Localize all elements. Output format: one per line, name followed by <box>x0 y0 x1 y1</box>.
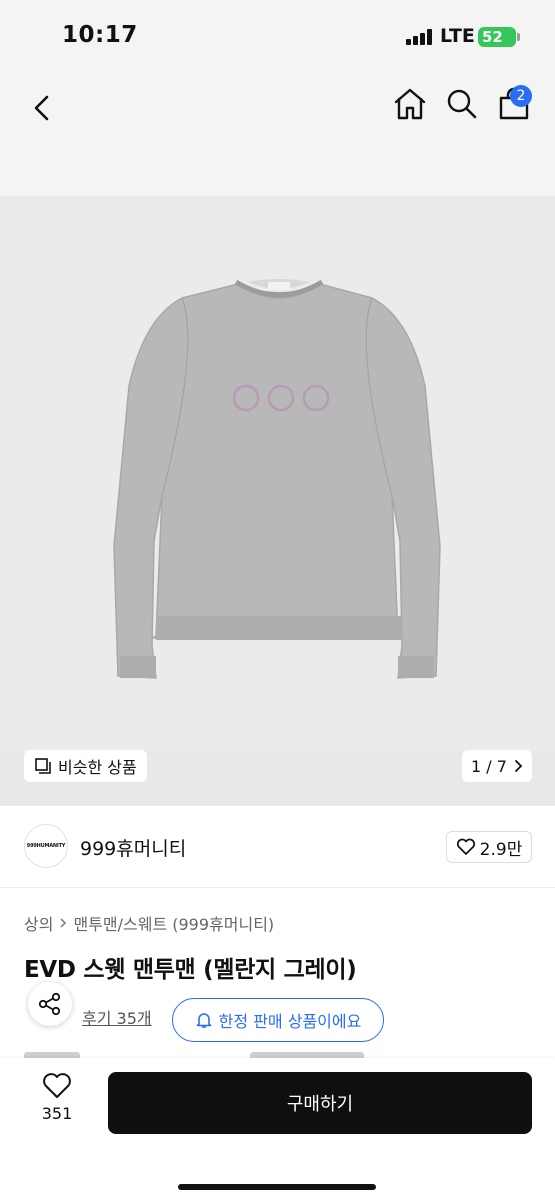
back-button[interactable] <box>22 88 62 128</box>
product-gallery[interactable]: 비슷한 상품 1 / 7 <box>0 196 555 806</box>
search-button[interactable] <box>442 84 482 124</box>
home-button[interactable] <box>390 84 430 124</box>
status-time: 10:17 <box>62 22 138 48</box>
share-icon <box>38 992 61 1016</box>
limited-sale-badge: 한정 판매 상품이에요 <box>172 998 384 1042</box>
buy-button[interactable]: 구매하기 <box>108 1072 532 1134</box>
share-button[interactable] <box>28 982 72 1026</box>
product-title: EVD 스웻 맨투맨 (멜란지 그레이) <box>24 957 357 983</box>
similar-items-label: 비슷한 상품 <box>58 758 137 777</box>
home-icon <box>394 88 426 120</box>
shop-logo[interactable]: 999HUMANITY <box>24 824 68 868</box>
limited-sale-label: 한정 판매 상품이에요 <box>218 1012 362 1031</box>
breadcrumb-item-top[interactable]: 상의 <box>24 911 53 935</box>
cart-count-badge: 2 <box>510 85 532 107</box>
heart-icon <box>456 838 475 855</box>
bell-icon <box>196 1013 211 1028</box>
product-image <box>0 196 555 756</box>
page-indicator-text: 1 / 7 <box>471 756 507 776</box>
network-label: LTE <box>440 25 475 47</box>
shop-row[interactable]: 999HUMANITY 999휴머니티 2.9만 <box>0 806 555 888</box>
wishlist-button[interactable]: 351 <box>28 1072 86 1138</box>
home-indicator <box>178 1184 376 1190</box>
wishlist-count: 351 <box>41 1104 73 1123</box>
status-bar: 10:17 LTE 52 <box>0 0 555 76</box>
nav-bar <box>0 76 555 196</box>
review-link[interactable]: 후기 35개 <box>82 1005 152 1029</box>
shop-like-button[interactable]: 2.9만 <box>446 831 532 863</box>
battery-tip <box>517 33 520 41</box>
back-chevron-icon <box>34 95 49 121</box>
signal-icon <box>406 29 434 45</box>
similar-items-icon <box>35 758 51 774</box>
breadcrumb: 상의 맨투맨/스웨트 (999휴머니티) <box>24 911 274 935</box>
shop-name[interactable]: 999휴머니티 <box>80 834 186 861</box>
breadcrumb-item-category[interactable]: 맨투맨/스웨트 (999휴머니티) <box>73 911 274 935</box>
bottom-action-bar: 351 구매하기 <box>0 1058 555 1200</box>
image-page-indicator[interactable]: 1 / 7 <box>462 750 532 782</box>
battery-level: 52 <box>482 28 503 46</box>
chevron-right-icon <box>515 760 523 772</box>
battery-icon: 52 <box>478 27 516 47</box>
search-icon <box>447 89 477 119</box>
chevron-right-icon <box>60 918 67 928</box>
heart-icon <box>43 1073 71 1098</box>
shop-like-count: 2.9만 <box>479 839 523 860</box>
similar-items-button[interactable]: 비슷한 상품 <box>24 750 147 782</box>
